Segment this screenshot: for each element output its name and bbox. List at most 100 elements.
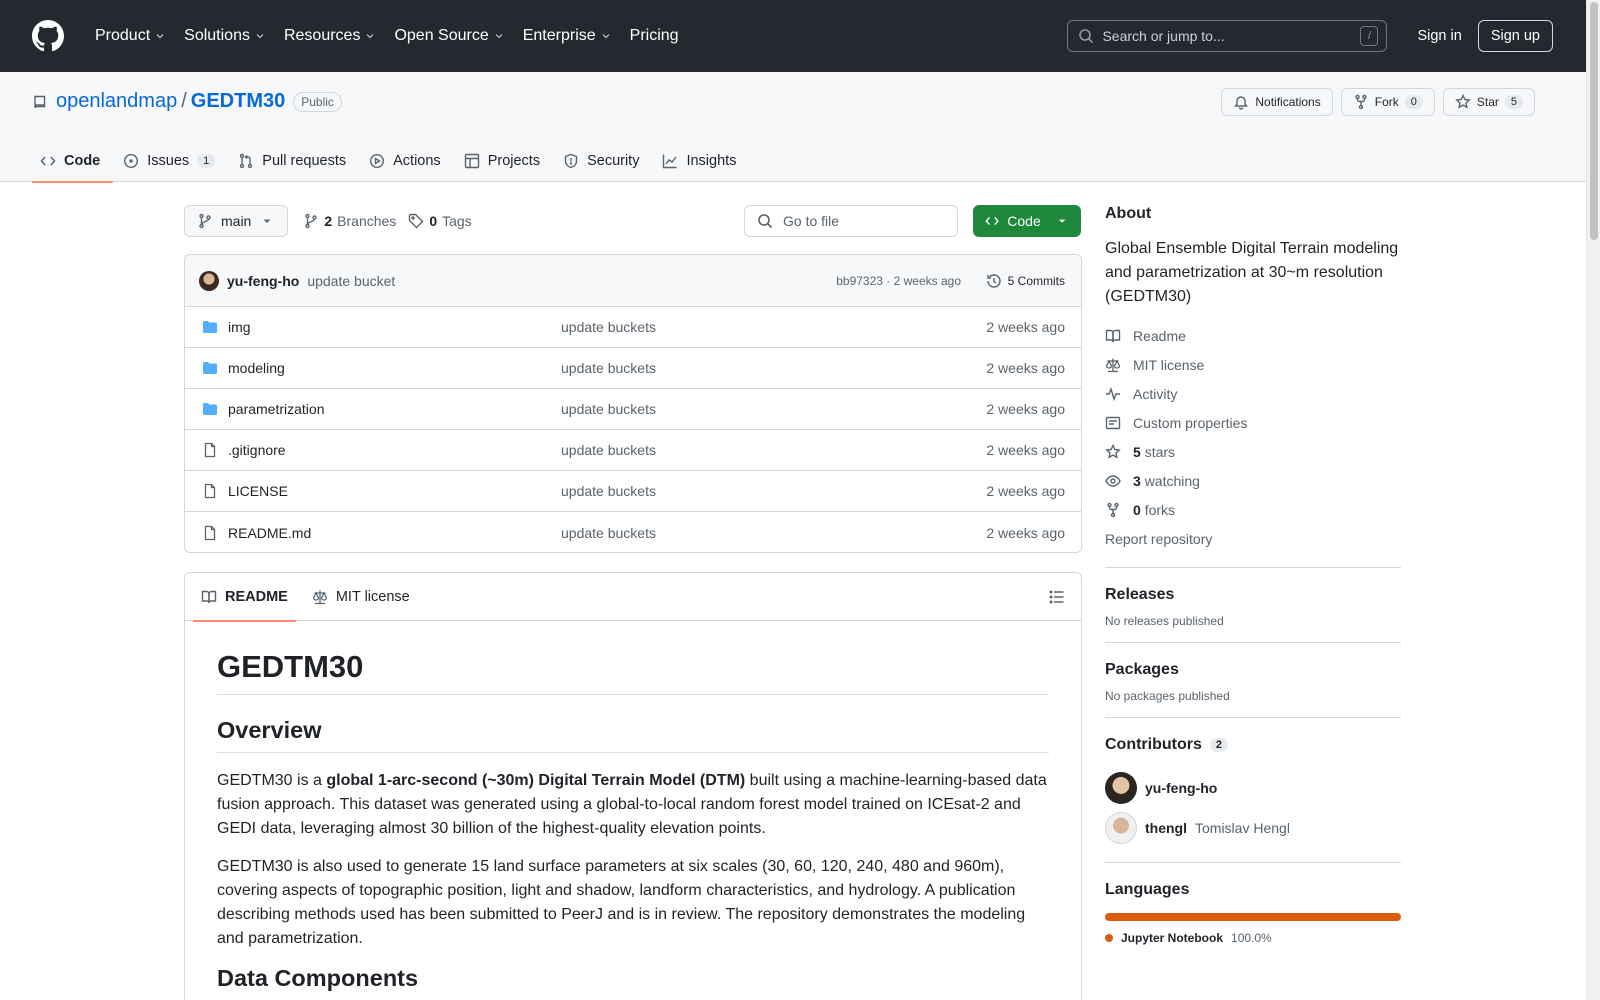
tab-projects[interactable]: Projects <box>456 140 553 182</box>
file-name[interactable]: parametrization <box>228 401 325 417</box>
code-dropdown-button[interactable]: Code <box>973 205 1081 237</box>
repo-owner-link[interactable]: openlandmap <box>56 90 177 113</box>
report-repository-link[interactable]: Report repository <box>1105 524 1401 553</box>
nav-resources[interactable]: Resources <box>275 27 385 45</box>
tab-readme[interactable]: README <box>193 573 296 622</box>
star-icon <box>1105 443 1121 459</box>
star-button[interactable]: Star 5 <box>1442 88 1535 116</box>
fork-icon <box>1355 94 1367 110</box>
notifications-button[interactable]: Notifications <box>1221 88 1333 116</box>
contributor-username[interactable]: yu-feng-ho <box>1145 780 1217 796</box>
list-icon[interactable] <box>1049 589 1065 605</box>
tab-code[interactable]: Code <box>32 140 114 183</box>
forks-link[interactable]: 0 forks <box>1105 495 1401 524</box>
repo-separator: / <box>181 90 187 112</box>
table-row[interactable]: .gitignore update buckets 2 weeks ago <box>185 430 1081 471</box>
fork-button[interactable]: Fork 0 <box>1340 88 1435 116</box>
file-commit-message[interactable]: update buckets <box>561 401 656 417</box>
file-commit-message[interactable]: update buckets <box>561 319 656 335</box>
avatar[interactable] <box>1105 772 1137 804</box>
search-placeholder: Search or jump to... <box>1102 28 1225 44</box>
commit-message[interactable]: update bucket <box>307 273 395 289</box>
table-row[interactable]: README.md update buckets 2 weeks ago <box>185 512 1081 552</box>
table-row[interactable]: img update buckets 2 weeks ago <box>185 307 1081 348</box>
language-item[interactable]: Jupyter Notebook 100.0% <box>1105 931 1401 945</box>
nav-solutions[interactable]: Solutions <box>175 27 275 45</box>
contributors-heading[interactable]: Contributors 2 <box>1105 736 1401 754</box>
fork-label: Fork <box>1374 95 1399 109</box>
avatar[interactable] <box>1105 812 1137 844</box>
go-to-file-input[interactable]: Go to file <box>744 205 958 237</box>
tab-pull-requests[interactable]: Pull requests <box>230 140 359 182</box>
table-row[interactable]: parametrization update buckets 2 weeks a… <box>185 389 1081 430</box>
file-icon <box>204 483 216 499</box>
file-time: 2 weeks ago <box>986 319 1065 335</box>
file-time: 2 weeks ago <box>986 524 1065 541</box>
commit-meta[interactable]: bb97323 · 2 weeks ago <box>836 274 961 288</box>
tags-link[interactable]: 0 Tags <box>408 213 472 229</box>
global-search-input[interactable]: Search or jump to... / <box>1067 20 1388 52</box>
contributors-label: Contributors <box>1105 736 1202 753</box>
license-link[interactable]: MIT license <box>1105 350 1401 379</box>
contributor-item[interactable]: thengl Tomislav Hengl <box>1105 808 1401 848</box>
tab-actions[interactable]: Actions <box>361 140 454 182</box>
activity-link[interactable]: Activity <box>1105 379 1401 408</box>
contributor-fullname: Tomislav Hengl <box>1195 820 1290 836</box>
license-link-label: MIT license <box>1133 356 1205 373</box>
tab-insights[interactable]: Insights <box>654 140 749 182</box>
nav-product[interactable]: Product <box>86 27 175 45</box>
shield-icon <box>564 153 578 169</box>
branch-icon <box>305 213 318 229</box>
branch-icon <box>199 213 211 229</box>
readme-link[interactable]: Readme <box>1105 321 1401 350</box>
eye-icon <box>1105 474 1121 487</box>
custom-properties-link[interactable]: Custom properties <box>1105 408 1401 437</box>
file-name[interactable]: .gitignore <box>228 442 286 458</box>
file-commit-message[interactable]: update buckets <box>561 483 656 499</box>
file-commit-message[interactable]: update buckets <box>561 442 656 458</box>
file-name[interactable]: modeling <box>228 360 285 376</box>
file-name[interactable]: LICENSE <box>228 483 288 499</box>
tab-actions-label: Actions <box>393 153 441 169</box>
tab-issues[interactable]: Issues 1 <box>115 140 228 182</box>
nav-open-source[interactable]: Open Source <box>385 27 513 45</box>
table-row[interactable]: LICENSE update buckets 2 weeks ago <box>185 471 1081 512</box>
main-column: main 2 Branches 0 Tags Go to file Code y… <box>184 205 1082 1000</box>
table-row[interactable]: modeling update buckets 2 weeks ago <box>185 348 1081 389</box>
book-icon <box>201 590 217 603</box>
github-logo-icon[interactable] <box>32 20 64 52</box>
watching-link[interactable]: 3 watching <box>1105 466 1401 495</box>
tag-icon <box>409 213 424 229</box>
avatar[interactable] <box>199 270 219 291</box>
file-name[interactable]: img <box>228 319 251 335</box>
sign-up-button[interactable]: Sign up <box>1477 20 1553 52</box>
repo-name-link[interactable]: GEDTM30 <box>191 90 285 113</box>
star-count: 5 <box>1504 95 1523 109</box>
nav-pricing-label: Pricing <box>629 27 679 44</box>
page-scrollbar[interactable] <box>1586 0 1600 1000</box>
packages-heading[interactable]: Packages <box>1105 661 1401 679</box>
commits-link[interactable]: 5 Commits <box>986 273 1065 289</box>
scrollbar-thumb[interactable] <box>1590 2 1598 240</box>
stars-link[interactable]: 5 stars <box>1105 437 1401 466</box>
tab-security[interactable]: Security <box>555 140 652 182</box>
about-heading: About <box>1105 205 1152 222</box>
branches-count: 2 <box>324 213 333 229</box>
nav-enterprise[interactable]: Enterprise <box>514 27 621 45</box>
contributor-item[interactable]: yu-feng-ho <box>1105 768 1401 808</box>
sign-in-link[interactable]: Sign in <box>1403 28 1475 44</box>
releases-heading[interactable]: Releases <box>1105 586 1401 604</box>
contributor-username[interactable]: thengl <box>1145 820 1187 836</box>
file-commit-message[interactable]: update buckets <box>561 360 656 376</box>
branch-selector[interactable]: main <box>184 205 289 237</box>
commit-author[interactable]: yu-feng-ho <box>227 273 299 289</box>
file-commit-message[interactable]: update buckets <box>561 525 656 541</box>
go-to-file-placeholder: Go to file <box>783 213 840 229</box>
file-name[interactable]: README.md <box>228 525 311 541</box>
branches-link[interactable]: 2 Branches <box>303 213 396 229</box>
repo-tabs: Code Issues 1 Pull requests Actions Proj… <box>32 140 751 183</box>
chevron-down-icon <box>495 34 503 39</box>
tab-license[interactable]: MIT license <box>304 573 418 621</box>
book-icon <box>1105 329 1121 342</box>
nav-pricing[interactable]: Pricing <box>621 27 688 45</box>
